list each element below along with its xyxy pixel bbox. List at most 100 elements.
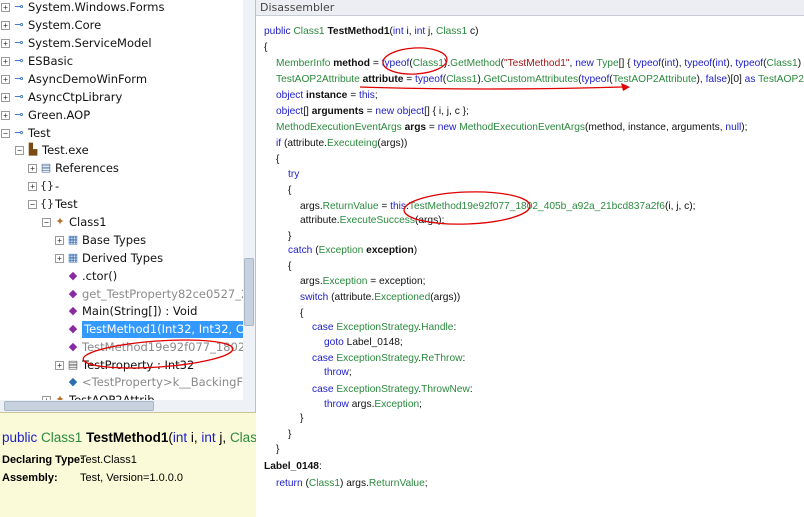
code-token[interactable]: Handle bbox=[421, 322, 453, 333]
expand-icon[interactable]: + bbox=[1, 3, 10, 12]
tree-item-label[interactable]: TestMethod19e92f077_1802_405b_a bbox=[82, 339, 255, 356]
code-token[interactable]: TestAOP2Attrib bbox=[758, 74, 804, 85]
assembly-browser-tree[interactable]: + ⊸ System.Windows.Forms + ⊸ System.Core + ⊸ Sys… bbox=[0, 0, 256, 412]
code-token[interactable]: MemberInfo bbox=[276, 58, 333, 69]
tree-item-label[interactable]: Base Types bbox=[82, 232, 146, 249]
tree-item[interactable]: ◆ Main(String[]) : Void bbox=[55, 303, 255, 320]
code-token[interactable]: Exception bbox=[374, 399, 419, 410]
code-token[interactable]: TestAOP2Attribute bbox=[276, 74, 363, 85]
tree-item-label[interactable]: Test bbox=[28, 125, 51, 142]
code-token[interactable]: MethodExecutionEventArgs bbox=[276, 122, 405, 133]
tree-horizontal-scroll-thumb[interactable] bbox=[4, 401, 154, 411]
sig-return-type[interactable]: Class1 bbox=[41, 430, 82, 445]
tree-item-label[interactable]: Test.exe bbox=[42, 142, 89, 159]
code-token[interactable]: ReThrow bbox=[421, 353, 462, 364]
code-token[interactable]: ExceptionStrategy bbox=[336, 322, 418, 333]
code-token[interactable]: Class1 bbox=[767, 58, 798, 69]
tree-item-label[interactable]: .ctor() bbox=[82, 268, 117, 285]
tree-item[interactable]: + ⊸ ESBasic bbox=[1, 53, 241, 70]
tree-item-label[interactable]: System.ServiceModel bbox=[28, 35, 152, 52]
collapse-icon[interactable]: − bbox=[1, 129, 10, 138]
tree-item[interactable]: ◆ TestMethod19e92f077_1802_405b_a bbox=[55, 339, 255, 356]
code-token[interactable]: TestMethod19e92f077_1802_405b_a92a_21bcd… bbox=[409, 201, 665, 212]
tree-item[interactable]: + ⊸ Green.AOP bbox=[1, 107, 241, 124]
tree-item[interactable]: − ▙ Test.exe bbox=[15, 142, 255, 159]
expand-icon[interactable]: + bbox=[28, 182, 37, 191]
code-token[interactable]: Exceptioned bbox=[374, 292, 430, 303]
tree-item[interactable]: + ⊸ AsyncDemoWinForm bbox=[1, 71, 241, 88]
code-token[interactable]: ExecuteSuccess bbox=[340, 215, 415, 226]
code-token[interactable]: ThrowNew bbox=[421, 384, 470, 395]
code-token[interactable]: Class1 bbox=[413, 58, 444, 69]
expand-icon[interactable]: + bbox=[1, 39, 10, 48]
tree-item-label[interactable]: System.Windows.Forms bbox=[28, 0, 165, 16]
tree-item[interactable]: − ✦ Class1 bbox=[42, 214, 255, 231]
code-token[interactable]: TestAOP2Attribute bbox=[613, 74, 697, 85]
code-token[interactable]: GetCustomAttributes bbox=[484, 74, 579, 85]
expand-icon[interactable]: + bbox=[28, 164, 37, 173]
expand-icon[interactable]: + bbox=[55, 361, 64, 370]
code-token[interactable]: method bbox=[333, 58, 370, 69]
expand-icon[interactable]: + bbox=[55, 236, 64, 245]
code-token[interactable]: ReturnValue bbox=[369, 478, 425, 489]
tree-item-label[interactable]: Class1 bbox=[69, 214, 107, 231]
tree-item-label[interactable]: <TestProperty>k__BackingField : Int bbox=[82, 374, 255, 391]
expand-icon[interactable]: + bbox=[1, 75, 10, 84]
tree-item-label[interactable]: TestProperty : Int32 bbox=[82, 357, 194, 374]
tree-item[interactable]: + ▤ References bbox=[28, 160, 255, 177]
tree-vertical-scroll-thumb[interactable] bbox=[244, 258, 254, 326]
code-token[interactable]: GetMethod bbox=[450, 58, 500, 69]
tree-item-label[interactable]: get_TestProperty82ce0527_28de_4b2 bbox=[82, 286, 255, 303]
tree-item[interactable]: ◆ .ctor() bbox=[55, 268, 255, 285]
code-token[interactable]: TestMethod1 bbox=[327, 26, 389, 37]
tree-item-label[interactable]: System.Core bbox=[28, 17, 101, 34]
tree-item[interactable]: + ⊸ System.Core bbox=[1, 17, 241, 34]
tree-item-label[interactable]: Main(String[]) : Void bbox=[82, 303, 197, 320]
assembly-value[interactable]: Test, Version=1.0.0.0 bbox=[80, 472, 183, 484]
tree-item[interactable]: ◆ TestMethod1(Int32, Int32, Class1) : C bbox=[55, 321, 255, 338]
code-token[interactable]: Class1 bbox=[293, 26, 327, 37]
code-token[interactable]: Class1 bbox=[446, 74, 477, 85]
tree-item[interactable]: +{} - bbox=[28, 178, 255, 195]
tree-item[interactable]: ◆ get_TestProperty82ce0527_28de_4b2 bbox=[55, 286, 255, 303]
code-token[interactable]: ReturnValue bbox=[323, 201, 379, 212]
code-token[interactable]: MethodExecutionEventArgs bbox=[459, 122, 585, 133]
code-token[interactable]: arguments bbox=[312, 106, 364, 117]
tree-item[interactable]: + ⊸ AsyncCtpLibrary bbox=[1, 89, 241, 106]
tree-item-label[interactable]: TestMethod1(Int32, Int32, Class1) : C bbox=[82, 321, 255, 338]
code-token[interactable]: instance bbox=[306, 90, 347, 101]
tree-horizontal-scrollbar[interactable] bbox=[0, 400, 255, 412]
tree-item-label[interactable]: - bbox=[55, 178, 59, 195]
code-token[interactable]: attribute bbox=[363, 74, 404, 85]
code-token[interactable]: Executeing bbox=[327, 138, 377, 149]
tree-item[interactable]: + ▦ Base Types bbox=[55, 232, 255, 249]
collapse-icon[interactable]: − bbox=[28, 200, 37, 209]
tree-item[interactable]: + ▦ Derived Types bbox=[55, 250, 255, 267]
tree-item[interactable]: + ▤ TestProperty : Int32 bbox=[55, 357, 255, 374]
code-token[interactable]: args bbox=[405, 122, 427, 133]
tree-item-label[interactable]: Test bbox=[55, 196, 78, 213]
collapse-icon[interactable]: − bbox=[15, 146, 24, 155]
expand-icon[interactable]: + bbox=[1, 21, 10, 30]
tree-vertical-scrollbar[interactable] bbox=[243, 0, 255, 402]
code-token[interactable]: ExceptionStrategy bbox=[336, 353, 418, 364]
declaring-type-value[interactable]: Test.Class1 bbox=[80, 454, 137, 466]
tree-item[interactable]: + ⊸ System.Windows.Forms bbox=[1, 0, 241, 16]
tree-item-label[interactable]: References bbox=[55, 160, 119, 177]
code-token[interactable]: Class1 bbox=[309, 478, 340, 489]
expand-icon[interactable]: + bbox=[1, 57, 10, 66]
expand-icon[interactable]: + bbox=[1, 111, 10, 120]
tree-item-label[interactable]: Green.AOP bbox=[28, 107, 90, 124]
tree-item-label[interactable]: Derived Types bbox=[82, 250, 163, 267]
code-token[interactable]: ExceptionStrategy bbox=[336, 384, 418, 395]
code-token[interactable]: Exception bbox=[319, 245, 367, 256]
tree-item-label[interactable]: AsyncCtpLibrary bbox=[28, 89, 122, 106]
code-token[interactable]: Label_0148 bbox=[264, 461, 319, 472]
tree-item[interactable]: + ⊸ System.ServiceModel bbox=[1, 35, 241, 52]
tree-item[interactable]: −{} Test bbox=[28, 196, 255, 213]
tree-item[interactable]: − ⊸ Test bbox=[1, 125, 241, 142]
code-token[interactable]: Class1 bbox=[436, 26, 470, 37]
tree-item-label[interactable]: ESBasic bbox=[28, 53, 73, 70]
code-token[interactable]: Exception bbox=[323, 276, 368, 287]
code-token[interactable]: Type bbox=[597, 58, 619, 69]
